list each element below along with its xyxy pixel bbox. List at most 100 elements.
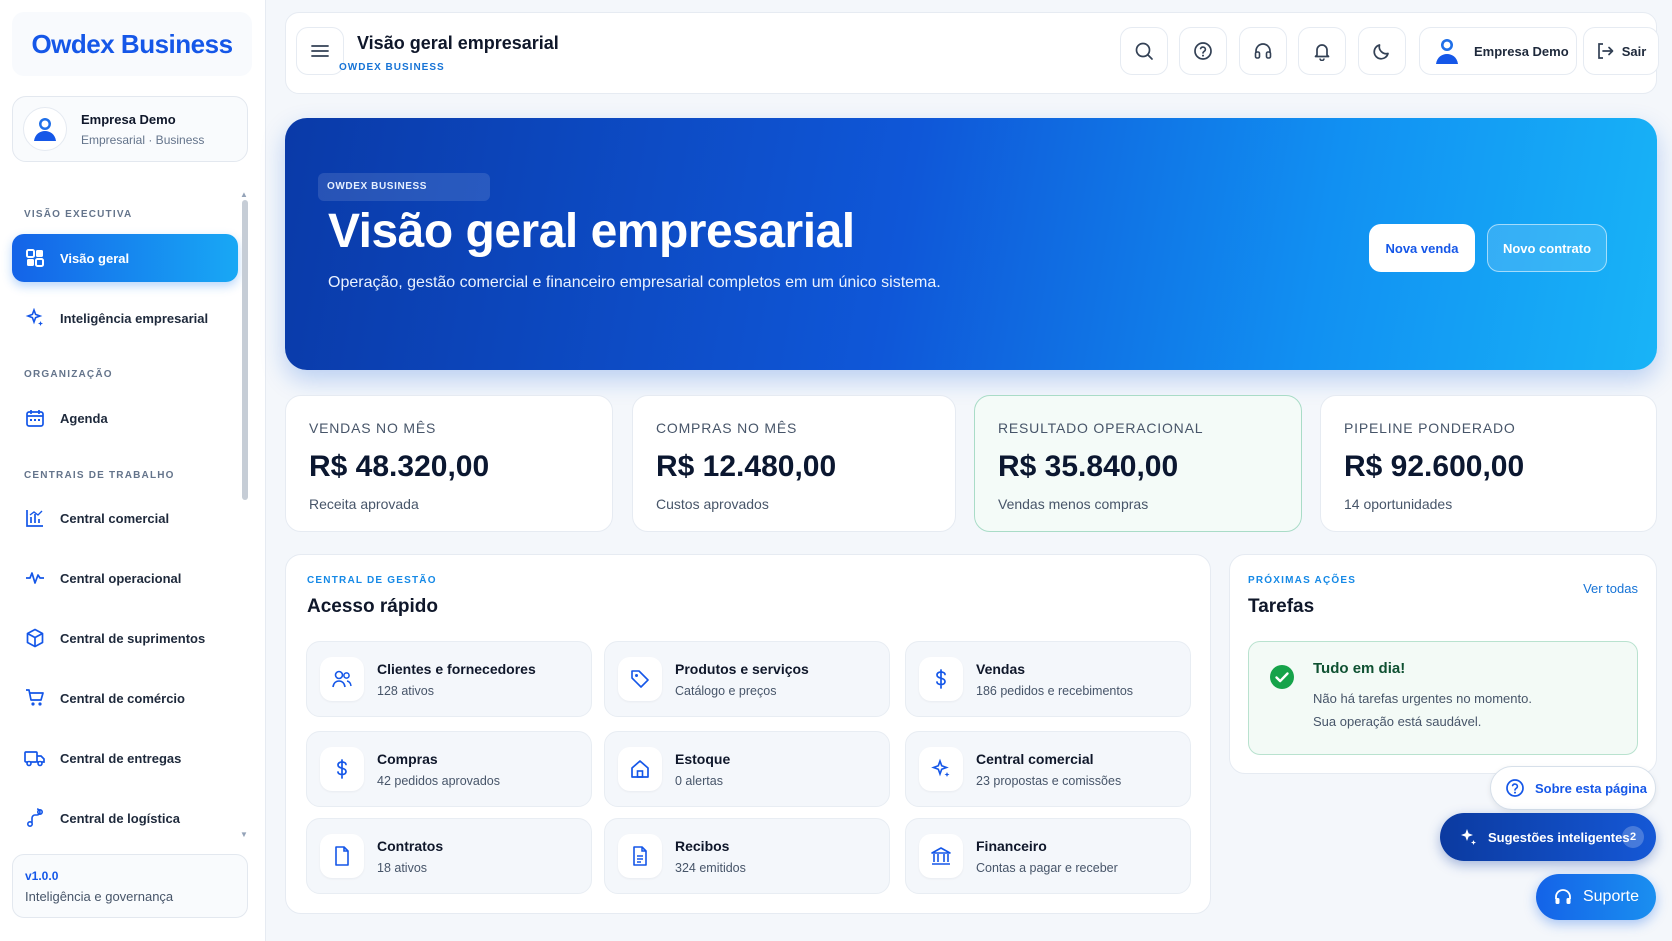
scroll-down-arrow-icon[interactable]: ▼ — [240, 830, 248, 839]
tile-recibos[interactable]: Recibos 324 emitidos — [604, 818, 890, 894]
dollar-icon — [320, 747, 364, 791]
tile-compras[interactable]: Compras 42 pedidos aprovados — [306, 731, 592, 807]
tile-financeiro[interactable]: Financeiro Contas a pagar e receber — [905, 818, 1191, 894]
tile-produtos[interactable]: Produtos e serviços Catálogo e preços — [604, 641, 890, 717]
smart-suggestions-label: Sugestões inteligentes — [1488, 829, 1630, 845]
moon-icon — [1373, 44, 1389, 60]
tile-sub: Catálogo e preços — [675, 683, 777, 698]
support-headset-button[interactable] — [1239, 27, 1287, 75]
calendar-icon — [24, 407, 46, 429]
tile-sub: 186 pedidos e recebimentos — [976, 683, 1134, 698]
tile-sub: 324 emitidos — [675, 860, 746, 875]
sidebar-item-label: Central de suprimentos — [60, 630, 206, 646]
kpi-sub: Custos aprovados — [656, 496, 769, 512]
kpi-label: VENDAS NO MÊS — [309, 420, 437, 436]
view-all-link[interactable]: Ver todas — [1583, 581, 1638, 596]
users-icon — [320, 657, 364, 701]
tasks-panel: PRÓXIMAS AÇÕES Tarefas Ver todas Tudo em… — [1229, 554, 1657, 774]
quick-access-panel: CENTRAL DE GESTÃO Acesso rápido Clientes… — [285, 554, 1211, 914]
tile-title: Recibos — [675, 837, 730, 854]
sidebar-item-agenda[interactable]: Agenda — [12, 394, 238, 442]
dashboard-grid-icon — [24, 247, 46, 269]
check-circle-icon — [1270, 665, 1294, 689]
user-avatar-icon — [1434, 37, 1460, 65]
tile-estoque[interactable]: Estoque 0 alertas — [604, 731, 890, 807]
help-icon — [1194, 42, 1212, 60]
sidebar-item-central-comercial[interactable]: Central comercial — [12, 494, 238, 542]
logout-icon — [1597, 43, 1614, 59]
menu-toggle-button[interactable] — [296, 27, 344, 75]
user-avatar-icon — [34, 118, 56, 141]
profile-card[interactable]: Empresa Demo Empresarial · Business — [12, 96, 248, 162]
tile-title: Clientes e fornecedores — [377, 660, 536, 677]
version-number: v1.0.0 — [25, 869, 59, 883]
tile-sub: 128 ativos — [377, 683, 434, 698]
notifications-button[interactable] — [1298, 27, 1346, 75]
sidebar-item-central-logistica[interactable]: Central de logística — [12, 794, 238, 842]
hamburger-menu-icon — [311, 45, 329, 57]
sidebar-item-label: Central de comércio — [60, 690, 185, 706]
support-button[interactable]: Suporte — [1536, 874, 1656, 920]
about-page-button[interactable]: Sobre esta página — [1490, 766, 1656, 810]
tile-clientes[interactable]: Clientes e fornecedores 128 ativos — [306, 641, 592, 717]
page-subtitle: OWDEX BUSINESS — [339, 62, 445, 73]
nav-section-executive: VISÃO EXECUTIVA — [24, 209, 133, 220]
search-button[interactable] — [1120, 27, 1168, 75]
sidebar-item-label: Central de logística — [60, 810, 180, 826]
sidebar-item-label: Visão geral — [60, 250, 130, 266]
user-menu-button[interactable]: Empresa Demo — [1419, 27, 1577, 75]
sidebar-item-label: Inteligência empresarial — [60, 310, 209, 326]
avatar — [23, 107, 67, 151]
top-header: Visão geral empresarial OWDEX BUSINESS E… — [285, 12, 1659, 94]
kpi-card-resultado[interactable]: RESULTADO OPERACIONAL R$ 35.840,00 Venda… — [974, 395, 1302, 532]
tasks-status-line: Sua operação está saudável. — [1313, 714, 1482, 729]
help-icon — [1506, 779, 1524, 797]
cart-icon — [24, 687, 46, 709]
owdex-logo[interactable]: Owdex Business — [12, 12, 252, 76]
new-sale-button[interactable]: Nova venda — [1369, 224, 1475, 272]
sidebar-item-label: Central operacional — [60, 570, 182, 586]
sidebar-item-central-suprimentos[interactable]: Central de suprimentos — [12, 614, 238, 662]
kpi-label: COMPRAS NO MÊS — [656, 420, 798, 436]
sidebar-item-central-comercio[interactable]: Central de comércio — [12, 674, 238, 722]
bank-icon — [919, 834, 963, 878]
kpi-card-compras[interactable]: COMPRAS NO MÊS R$ 12.480,00 Custos aprov… — [632, 395, 956, 532]
page-title: Visão geral empresarial — [357, 33, 559, 53]
sparkles-icon — [919, 747, 963, 791]
kpi-value: R$ 92.600,00 — [1344, 450, 1525, 483]
tile-central-comercial[interactable]: Central comercial 23 propostas e comissõe… — [905, 731, 1191, 807]
sidebar-item-central-operacional[interactable]: Central operacional — [12, 554, 238, 602]
version-card: v1.0.0 Inteligência e governança — [12, 854, 248, 918]
chart-icon — [24, 507, 46, 529]
kpi-card-vendas[interactable]: VENDAS NO MÊS R$ 48.320,00 Receita aprov… — [285, 395, 613, 532]
home-icon — [618, 747, 662, 791]
smart-suggestions-button[interactable]: Sugestões inteligentes 2 — [1440, 813, 1656, 861]
sidebar-item-inteligencia[interactable]: Inteligência empresarial — [12, 294, 238, 342]
sidebar-item-label: Central de entregas — [60, 750, 182, 766]
new-contract-button[interactable]: Novo contrato — [1487, 224, 1607, 272]
tile-title: Financeiro — [976, 837, 1047, 854]
sidebar-scrollbar[interactable] — [242, 200, 248, 500]
help-button[interactable] — [1179, 27, 1227, 75]
version-caption: Inteligência e governança — [25, 889, 174, 904]
logout-button[interactable]: Sair — [1583, 27, 1659, 75]
sidebar-item-central-entregas[interactable]: Central de entregas — [12, 734, 238, 782]
kpi-value: R$ 35.840,00 — [998, 450, 1179, 483]
tile-title: Estoque — [675, 750, 731, 767]
kpi-label: RESULTADO OPERACIONAL — [998, 420, 1204, 436]
about-page-label: Sobre esta página — [1535, 780, 1647, 796]
kpi-value: R$ 48.320,00 — [309, 450, 490, 483]
sidebar-item-visao-geral[interactable]: Visão geral — [12, 234, 238, 282]
kpi-label: PIPELINE PONDERADO — [1344, 420, 1516, 436]
tile-sub: Contas a pagar e receber — [976, 860, 1118, 875]
kpi-value: R$ 12.480,00 — [656, 450, 837, 483]
quick-access-kicker: CENTRAL DE GESTÃO — [307, 575, 437, 586]
tile-contratos[interactable]: Contratos 18 ativos — [306, 818, 592, 894]
box-icon — [24, 627, 46, 649]
kpi-card-pipeline[interactable]: PIPELINE PONDERADO R$ 92.600,00 14 oport… — [1320, 395, 1657, 532]
kpi-sub: 14 oportunidades — [1344, 496, 1453, 512]
headset-icon — [1555, 889, 1571, 904]
tile-vendas[interactable]: Vendas 186 pedidos e recebimentos — [905, 641, 1191, 717]
scroll-up-arrow-icon[interactable]: ▲ — [240, 190, 248, 199]
theme-toggle-button[interactable] — [1358, 27, 1406, 75]
